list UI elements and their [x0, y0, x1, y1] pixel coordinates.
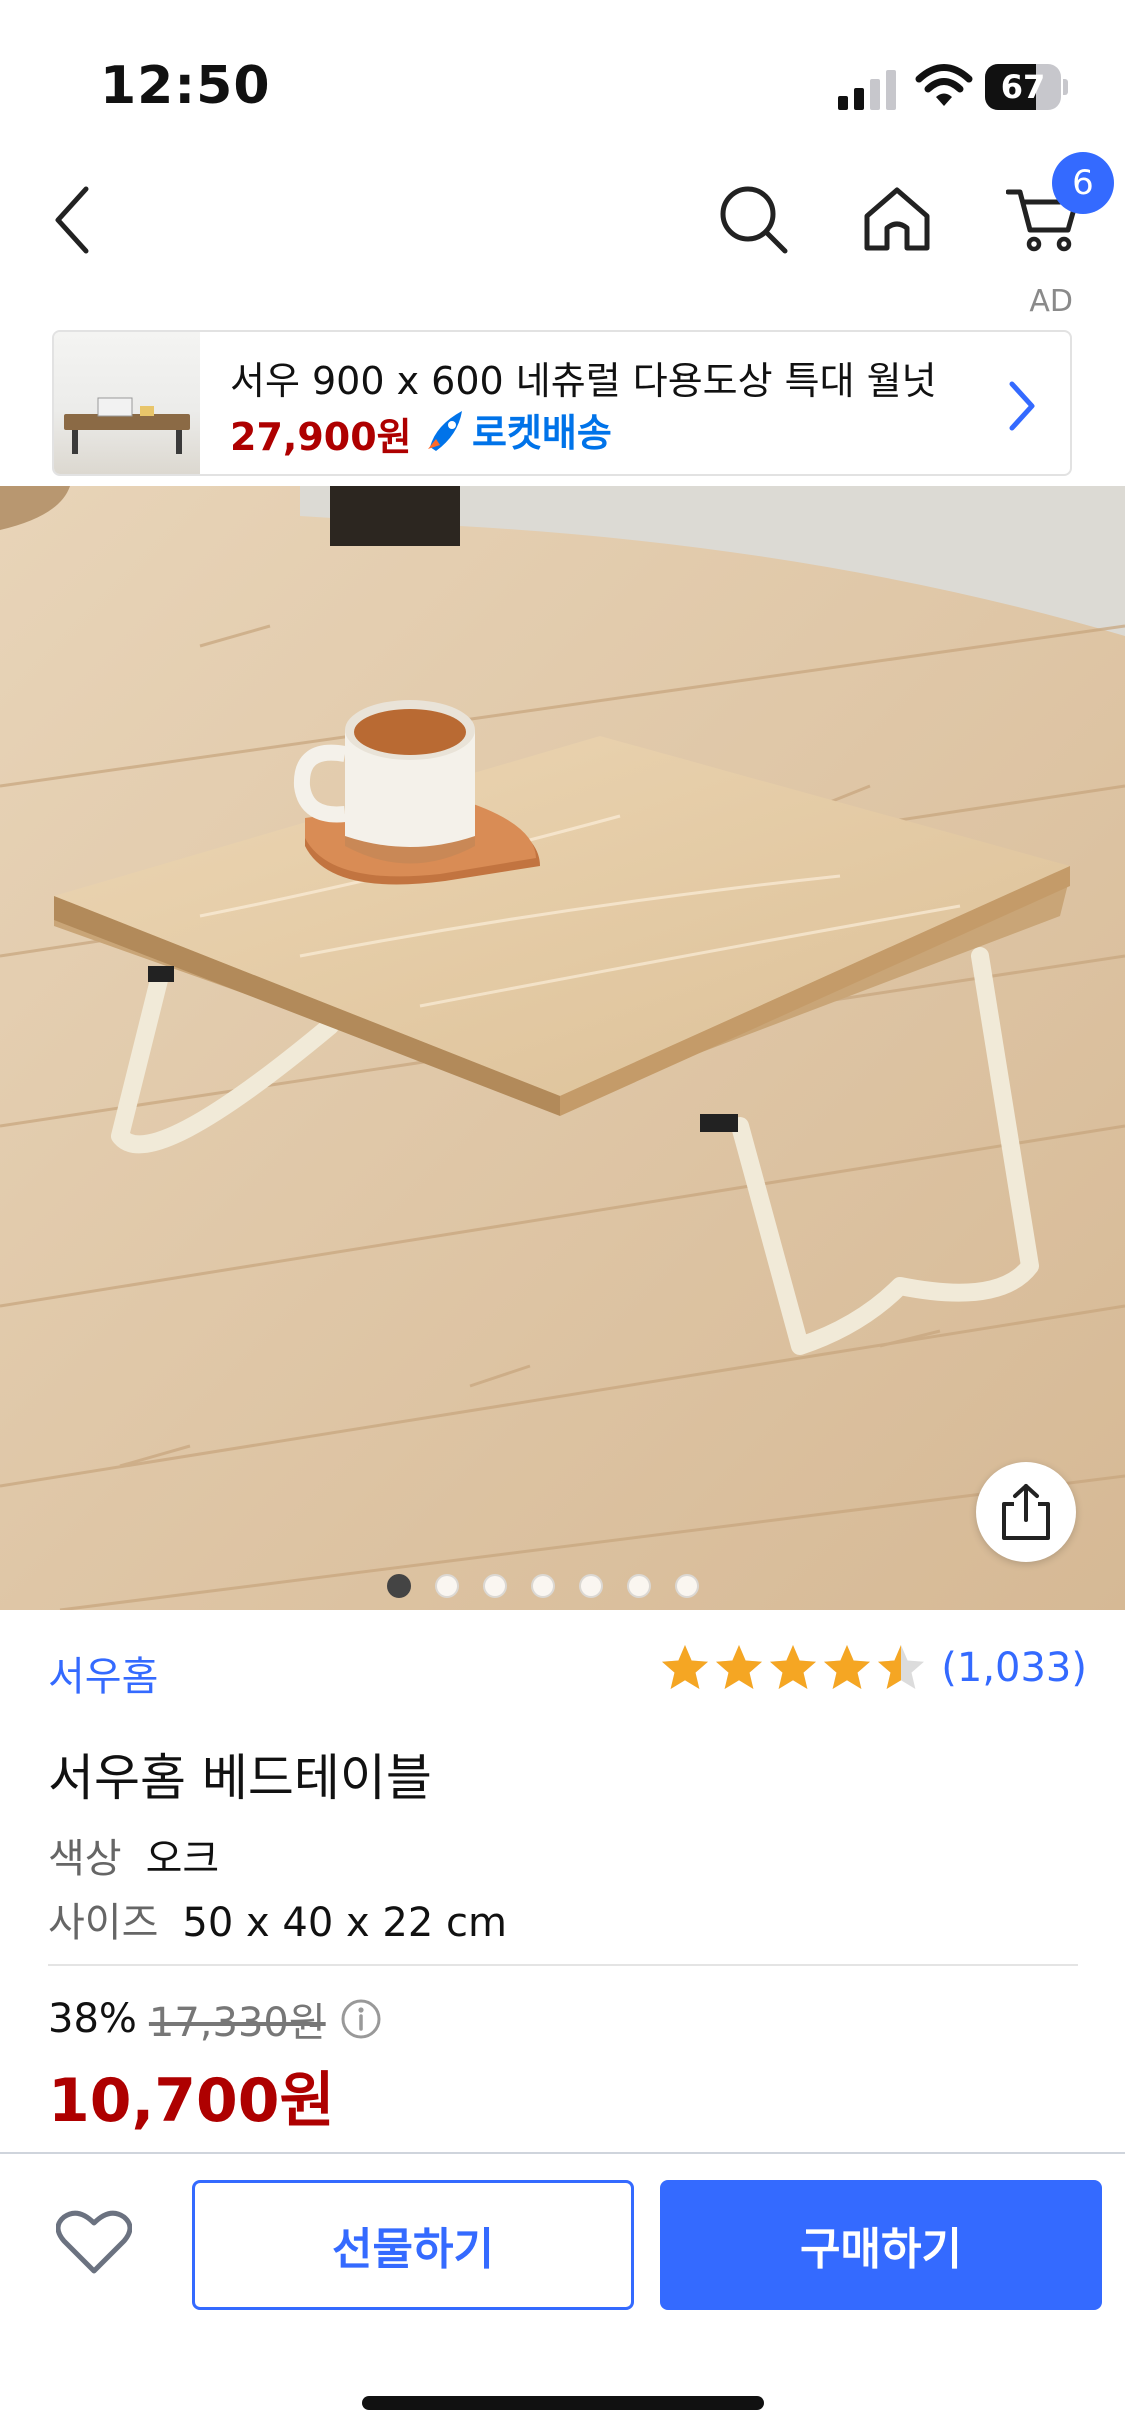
cart-count-badge: 6	[1052, 152, 1114, 214]
divider	[48, 1964, 1078, 1966]
pagination-dot[interactable]	[626, 1574, 651, 1598]
ad-label: AD	[1029, 284, 1073, 319]
product-image[interactable]	[0, 486, 1125, 1610]
pagination-dot[interactable]	[386, 1574, 411, 1598]
gift-button[interactable]: 선물하기	[192, 2180, 634, 2310]
pagination-dot[interactable]	[530, 1574, 555, 1598]
ad-thumbnail	[54, 332, 200, 474]
rocket-icon	[428, 410, 462, 451]
wifi-icon	[915, 64, 973, 106]
star-icon	[878, 1645, 925, 1689]
search-icon	[720, 186, 788, 254]
cellular-signal-icon	[838, 70, 896, 110]
delivery-label: 로켓배송	[472, 411, 612, 455]
option-value: 오크	[145, 1836, 220, 1882]
discount-row: 38% 17,330원	[48, 1990, 382, 2048]
battery-level: 67	[1000, 68, 1046, 106]
status-bar: 12:50 67	[0, 0, 1125, 160]
rocket-delivery-badge: 로켓배송	[422, 402, 612, 457]
back-icon	[55, 186, 89, 254]
sale-price: 10,700원	[48, 2066, 335, 2136]
battery-icon: 67	[985, 64, 1068, 110]
bottom-bar-divider	[0, 2152, 1125, 2154]
option-size[interactable]: 사이즈 50 x 40 x 22 cm	[48, 1890, 507, 1948]
star-icon	[662, 1645, 709, 1689]
pagination-dot[interactable]	[434, 1574, 459, 1598]
brand-link[interactable]: 서우홈	[48, 1644, 158, 1702]
search-button[interactable]	[708, 174, 798, 264]
ad-price: 27,900원	[230, 415, 412, 459]
info-icon[interactable]	[340, 1998, 382, 2040]
original-price: 17,330원	[148, 2000, 326, 2046]
option-label: 색상	[48, 1836, 122, 1882]
star-icon	[716, 1645, 763, 1689]
wishlist-button[interactable]	[52, 2200, 136, 2284]
star-icon	[770, 1645, 817, 1689]
option-color[interactable]: 색상 오크	[48, 1826, 219, 1884]
rating-summary[interactable]: (1,033)	[659, 1638, 1087, 1698]
option-label: 사이즈	[48, 1900, 159, 1946]
option-value: 50 x 40 x 22 cm	[182, 1900, 507, 1946]
discount-rate: 38%	[48, 1996, 137, 2042]
share-button[interactable]	[976, 1462, 1076, 1562]
pagination-dot[interactable]	[482, 1574, 507, 1598]
star-icon	[824, 1645, 871, 1689]
buy-button[interactable]: 구매하기	[660, 2180, 1102, 2310]
top-navigation	[0, 160, 1125, 280]
pagination-dot[interactable]	[578, 1574, 603, 1598]
back-button[interactable]	[42, 170, 102, 270]
heart-icon	[56, 2210, 132, 2274]
share-icon	[1002, 1484, 1050, 1540]
review-count: (1,033)	[941, 1645, 1087, 1691]
star-rating	[659, 1642, 927, 1694]
ad-banner[interactable]: 서우 900 x 600 네츄럴 다용도상 특대 월넛 27,900원 로켓배송	[52, 330, 1072, 476]
home-button[interactable]	[852, 174, 942, 264]
status-time: 12:50	[100, 56, 271, 116]
product-title: 서우홈 베드테이블	[48, 1749, 432, 1807]
image-pagination	[0, 1574, 1125, 1598]
home-icon	[864, 187, 930, 251]
pagination-dot[interactable]	[674, 1574, 699, 1598]
chevron-right-icon	[1009, 381, 1035, 431]
home-indicator	[362, 2396, 764, 2410]
ad-title: 서우 900 x 600 네츄럴 다용도상 특대 월넛	[230, 359, 937, 403]
